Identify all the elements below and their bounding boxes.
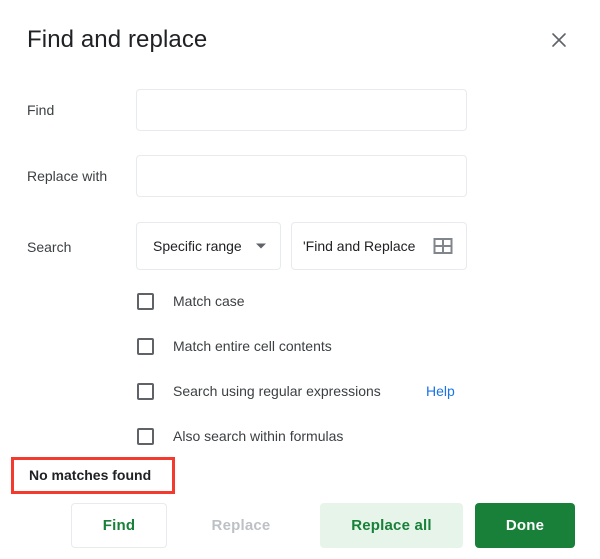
regex-help-link[interactable]: Help: [426, 381, 455, 401]
checkbox-label-match-case[interactable]: Match case: [173, 291, 245, 311]
find-button[interactable]: Find: [71, 503, 167, 548]
search-scope-value: Specific range: [153, 238, 242, 254]
checkbox-label-search-formulas[interactable]: Also search within formulas: [173, 426, 343, 446]
page-title: Find and replace: [27, 26, 208, 53]
chevron-down-icon: [256, 243, 266, 249]
dialog-header: Find and replace: [0, 0, 600, 78]
search-row: Search Specific range: [0, 222, 600, 272]
find-row: Find: [0, 88, 600, 132]
replace-with-input[interactable]: [136, 155, 467, 197]
replace-button: Replace: [186, 503, 296, 548]
status-message: No matches found: [29, 467, 152, 483]
replace-with-label: Replace with: [27, 168, 108, 184]
close-button[interactable]: [545, 26, 573, 54]
checkbox-regex[interactable]: [137, 382, 154, 400]
search-range-input[interactable]: [303, 238, 416, 254]
option-row-search-formulas: Also search within formulas: [0, 424, 600, 448]
find-input[interactable]: [136, 89, 467, 131]
close-icon: [551, 32, 567, 48]
checkbox-match-case[interactable]: [137, 292, 154, 310]
replace-all-button[interactable]: Replace all: [320, 503, 463, 548]
option-row-match-case: Match case: [0, 289, 600, 313]
search-scope-select[interactable]: Specific range: [136, 222, 281, 270]
search-label: Search: [27, 239, 72, 255]
checkbox-match-entire-cell[interactable]: [137, 337, 154, 355]
checkbox-label-regex[interactable]: Search using regular expressions: [173, 381, 381, 401]
option-row-match-entire-cell: Match entire cell contents: [0, 334, 600, 358]
dialog-footer: Find Replace Replace all Done: [0, 503, 600, 549]
checkbox-search-formulas[interactable]: [137, 427, 154, 445]
checkbox-label-match-entire-cell[interactable]: Match entire cell contents: [173, 336, 332, 356]
search-range-field[interactable]: [291, 222, 467, 270]
replace-with-row: Replace with: [0, 154, 600, 198]
find-and-replace-dialog: Find and replace Find Replace with Searc…: [0, 0, 600, 559]
grid-select-icon[interactable]: [432, 235, 454, 257]
find-label: Find: [27, 102, 55, 118]
option-row-regex: Search using regular expressions Help: [0, 379, 600, 403]
done-button[interactable]: Done: [475, 503, 575, 548]
